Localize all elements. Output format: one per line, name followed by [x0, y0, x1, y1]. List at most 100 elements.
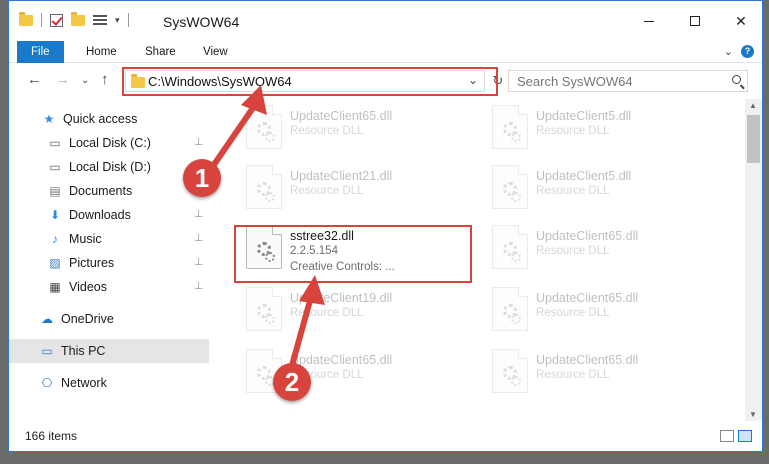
sidebar-item-label: Music — [69, 232, 102, 246]
sidebar-item-downloads[interactable]: ⬇ Downloads ⊥ — [9, 203, 209, 227]
close-icon: ✕ — [735, 12, 747, 29]
back-button[interactable]: ← — [27, 71, 42, 88]
drive-icon: ▭ — [49, 136, 61, 150]
explorer-window: ▾ SysWOW64 ✕ File Home Share View ⌄ ? ← … — [8, 0, 763, 452]
file-item[interactable]: UpdateClient65.dll Resource DLL — [492, 347, 722, 399]
properties-icon[interactable] — [93, 14, 107, 26]
videos-icon: ▦ — [49, 280, 61, 294]
file-type: Resource DLL — [536, 185, 610, 197]
file-name: UpdateClient65.dll — [536, 353, 639, 367]
sidebar-item-local-disk-d[interactable]: ▭ Local Disk (D:) — [9, 155, 209, 179]
file-type: Resource DLL — [536, 369, 610, 381]
network-icon: ⎔ — [41, 376, 53, 390]
minimize-icon — [644, 20, 654, 22]
window-title: SysWOW64 — [163, 14, 240, 30]
quick-access-toolbar: ▾ — [19, 11, 129, 27]
sidebar-item-quick-access[interactable]: ★ Quick access — [9, 107, 209, 131]
sidebar-item-label: Pictures — [69, 256, 115, 270]
view-switcher — [720, 430, 752, 442]
ribbon-controls: ⌄ ? — [724, 45, 754, 58]
scroll-up-icon[interactable]: ▲ — [749, 101, 757, 110]
sidebar-item-documents[interactable]: ▤ Documents — [9, 179, 209, 203]
toolbar-separator — [41, 13, 42, 27]
search-box[interactable]: Search SysWOW64 — [508, 70, 748, 92]
sidebar-item-label: Network — [61, 376, 107, 390]
dll-file-icon — [492, 287, 528, 331]
sidebar-item-label: This PC — [61, 344, 106, 358]
maximize-icon — [690, 16, 700, 26]
file-type: Resource DLL — [536, 245, 610, 257]
pictures-icon: ▨ — [49, 256, 61, 270]
maximize-button[interactable] — [672, 1, 718, 41]
dll-file-icon — [492, 105, 528, 149]
sidebar-item-videos[interactable]: ▦ Videos ⊥ — [9, 275, 209, 299]
status-bar: 166 items — [9, 421, 762, 451]
search-input[interactable]: Search SysWOW64 — [517, 74, 633, 89]
address-highlight-box — [122, 67, 498, 96]
sidebar-item-label: Documents — [69, 184, 133, 198]
minimize-button[interactable] — [626, 1, 672, 41]
sidebar-item-onedrive[interactable]: ☁ OneDrive — [9, 307, 209, 331]
sidebar-item-network[interactable]: ⎔ Network — [9, 371, 209, 395]
scroll-down-icon[interactable]: ▼ — [749, 410, 757, 419]
file-name: UpdateClient21.dll — [290, 169, 393, 183]
pin-icon: ⊥ — [194, 209, 203, 220]
sidebar-item-label: OneDrive — [61, 312, 114, 326]
help-icon[interactable]: ? — [741, 45, 754, 58]
title-bar: ▾ SysWOW64 ✕ — [9, 1, 762, 41]
drive-icon: ▭ — [49, 160, 61, 174]
cloud-icon: ☁ — [41, 312, 53, 326]
recent-locations-button[interactable]: ⌄ — [81, 75, 89, 86]
file-name: UpdateClient65.dll — [290, 109, 393, 123]
close-button[interactable]: ✕ — [718, 1, 762, 41]
toolbar-separator — [127, 13, 129, 27]
file-item[interactable]: UpdateClient5.dll Resource DLL — [492, 163, 722, 215]
file-type: Resource DLL — [290, 125, 364, 137]
sidebar-item-label: Quick access — [63, 112, 138, 126]
dll-file-icon — [492, 349, 528, 393]
scrollbar-thumb[interactable] — [747, 115, 760, 163]
sidebar-item-label: Local Disk (C:) — [69, 136, 151, 150]
annotation-badge-2: 2 — [273, 363, 311, 401]
file-item[interactable]: UpdateClient65.dll Resource DLL — [492, 223, 722, 275]
tab-view[interactable]: View — [189, 41, 242, 63]
documents-icon: ▤ — [49, 184, 61, 198]
tab-home[interactable]: Home — [72, 41, 131, 63]
tab-share[interactable]: Share — [131, 41, 190, 63]
dll-file-icon — [492, 165, 528, 209]
tiles-view-icon[interactable] — [738, 430, 752, 442]
navigation-bar: ← → ⌄ ↑ C:\Windows\SysWOW64 ⌄ ↻ Search S… — [9, 63, 762, 97]
forward-button[interactable]: → — [55, 71, 70, 88]
pin-icon: ⊥ — [194, 257, 203, 268]
expand-ribbon-icon[interactable]: ⌄ — [724, 45, 733, 58]
item-count: 166 items — [25, 429, 78, 443]
search-icon[interactable] — [732, 75, 741, 84]
computer-icon: ▭ — [41, 344, 53, 358]
up-button[interactable]: ↑ — [101, 71, 109, 88]
sidebar-item-label: Local Disk (D:) — [69, 160, 151, 174]
sidebar-item-local-disk-c[interactable]: ▭ Local Disk (C:) ⊥ — [9, 131, 209, 155]
new-folder-icon[interactable] — [71, 11, 85, 26]
file-name: UpdateClient5.dll — [536, 169, 632, 183]
annotation-badge-1: 1 — [183, 159, 221, 197]
folder-icon[interactable] — [19, 11, 33, 26]
pin-icon: ⊥ — [194, 281, 203, 292]
sidebar-item-this-pc[interactable]: ▭ This PC — [9, 339, 209, 363]
file-item[interactable]: UpdateClient5.dll Resource DLL — [492, 103, 722, 155]
file-name: UpdateClient65.dll — [536, 229, 639, 243]
vertical-scrollbar[interactable]: ▲ ▼ — [745, 99, 762, 421]
sidebar-item-music[interactable]: ♪ Music ⊥ — [9, 227, 209, 251]
file-item[interactable]: UpdateClient65.dll Resource DLL — [492, 285, 722, 337]
properties-check-icon[interactable] — [50, 13, 63, 27]
sidebar-item-pictures[interactable]: ▨ Pictures ⊥ — [9, 251, 209, 275]
pin-icon: ⊥ — [194, 233, 203, 244]
file-type: Resource DLL — [536, 307, 610, 319]
download-icon: ⬇ — [49, 208, 61, 222]
file-highlight-box — [234, 225, 472, 283]
music-icon: ♪ — [52, 232, 58, 246]
details-view-icon[interactable] — [720, 430, 734, 442]
star-icon: ★ — [43, 112, 55, 126]
customize-toolbar-icon[interactable]: ▾ — [115, 15, 120, 26]
tab-file[interactable]: File — [17, 41, 64, 63]
navigation-pane: ★ Quick access ▭ Local Disk (C:) ⊥ ▭ Loc… — [9, 99, 209, 421]
